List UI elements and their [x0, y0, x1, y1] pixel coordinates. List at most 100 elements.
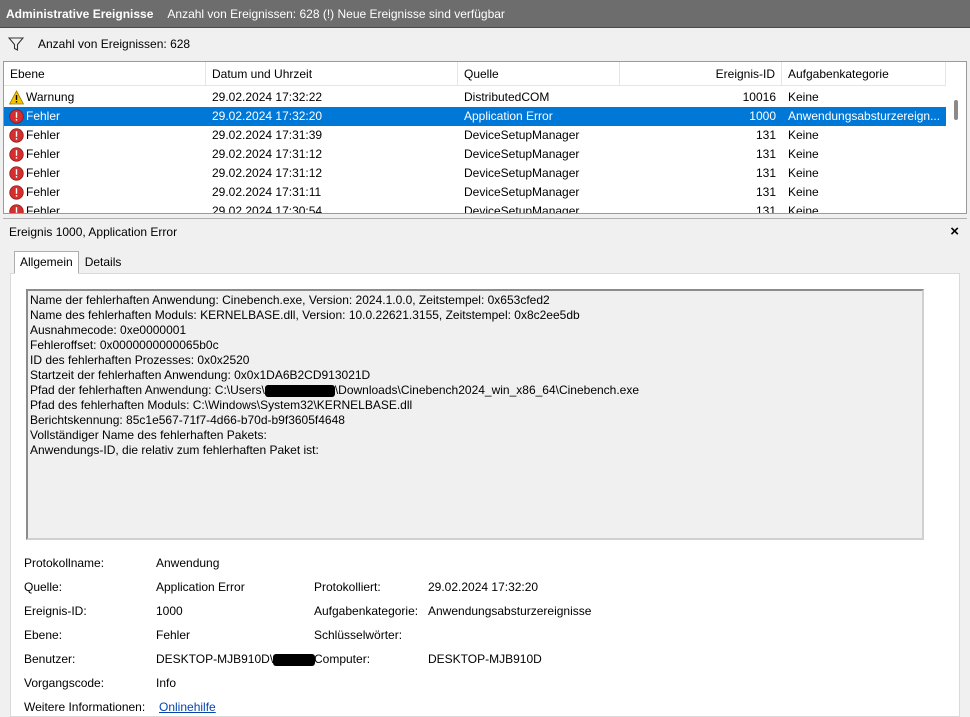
event-count-notice: Anzahl von Ereignissen: 628 (!) Neue Ere…: [167, 6, 505, 21]
error-icon: [9, 185, 24, 200]
row-level: Fehler: [26, 128, 61, 142]
message-line: Fehleroffset: 0x0000000000065b0c: [30, 338, 219, 352]
row-source: DeviceSetupManager: [464, 128, 580, 142]
row-source: DeviceSetupManager: [464, 204, 580, 214]
prop-value-protokolliert: 29.02.2024 17:32:20: [428, 580, 539, 594]
column-datum[interactable]: Datum und Uhrzeit: [206, 62, 458, 86]
prop-label-quelle: Quelle:: [24, 580, 63, 594]
row-source: DistributedCOM: [464, 90, 550, 104]
row-category: Keine: [788, 185, 819, 199]
message-line: Vollständiger Name des fehlerhaften Pake…: [30, 428, 267, 442]
row-event-id: 131: [755, 128, 776, 142]
message-line: Name des fehlerhaften Moduls: KERNELBASE…: [30, 308, 580, 322]
message-line: Anwendungs-ID, die relativ zum fehlerhaf…: [30, 443, 319, 457]
row-event-id: 1000: [749, 109, 776, 123]
detail-tabs: Allgemein Details: [14, 251, 127, 274]
warning-icon: [9, 90, 24, 105]
column-header: Ebene Datum und Uhrzeit Quelle Ereignis-…: [4, 62, 946, 86]
prop-label-protokolliert: Protokolliert:: [314, 580, 381, 594]
close-icon[interactable]: ×: [950, 223, 959, 240]
prop-value-computer: DESKTOP-MJB910D: [428, 652, 542, 666]
path-prefix: Pfad der fehlerhaften Anwendung: C:\User…: [30, 383, 265, 397]
column-quelle[interactable]: Quelle: [458, 62, 620, 86]
table-row[interactable]: Fehler 29.02.2024 17:31:39 DeviceSetupMana…: [4, 126, 946, 145]
message-line-path: Pfad der fehlerhaften Anwendung: C:\User…: [30, 383, 922, 398]
row-date: 29.02.2024 17:31:12: [212, 166, 323, 180]
error-icon: [9, 204, 24, 213]
online-help-link[interactable]: Onlinehilfe: [159, 700, 216, 714]
row-event-id: 10016: [742, 90, 776, 104]
prop-label-protokollname: Protokollname:: [24, 556, 105, 570]
row-category: Keine: [788, 90, 819, 104]
prop-label-computer: Computer:: [314, 652, 371, 666]
prop-value-protokollname: Anwendung: [156, 556, 220, 570]
message-line: Pfad des fehlerhaften Moduls: C:\Windows…: [30, 398, 413, 412]
benutzer-text: DESKTOP-MJB910D\: [156, 652, 274, 666]
table-row[interactable]: Warnung 29.02.2024 17:32:22 DistributedCOM…: [4, 88, 946, 107]
message-line: Ausnahmecode: 0xe0000001: [30, 323, 187, 337]
prop-label-benutzer: Benutzer:: [24, 652, 76, 666]
event-detail-title: Ereignis 1000, Application Error: [9, 224, 178, 239]
funnel-icon[interactable]: [8, 36, 24, 52]
path-suffix: \Downloads\Cinebench2024_win_x86_64\Cine…: [334, 383, 640, 397]
row-date: 29.02.2024 17:32:20: [212, 109, 323, 123]
row-category: Keine: [788, 166, 819, 180]
row-level: Fehler: [26, 166, 61, 180]
error-icon: [9, 109, 24, 124]
prop-value-vorgangscode: Info: [156, 676, 177, 690]
prop-label-aufgabenkategorie: Aufgabenkategorie:: [314, 604, 419, 618]
prop-value-quelle: Application Error: [156, 580, 245, 594]
row-date: 29.02.2024 17:31:11: [212, 185, 322, 199]
column-ereignis-id[interactable]: Ereignis-ID: [620, 62, 782, 86]
row-level: Fehler: [26, 109, 61, 123]
row-event-id: 131: [755, 166, 776, 180]
tab-allgemein[interactable]: Allgemein: [14, 251, 79, 274]
column-aufgabenkategorie[interactable]: Aufgabenkategorie: [782, 62, 946, 86]
list-scrollbar[interactable]: [946, 62, 966, 213]
error-icon: [9, 128, 24, 143]
view-title: Administrative Ereignisse: [6, 6, 154, 21]
row-source: DeviceSetupManager: [464, 185, 580, 199]
row-category: Keine: [788, 204, 819, 214]
table-row[interactable]: Fehler 29.02.2024 17:32:20 Application Err…: [4, 107, 946, 126]
error-icon: [9, 166, 24, 181]
error-icon: [9, 147, 24, 162]
event-list[interactable]: Ebene Datum und Uhrzeit Quelle Ereignis-…: [3, 61, 967, 214]
title-bar: Administrative Ereignisse Anzahl von Ere…: [0, 0, 970, 28]
event-description-box[interactable]: Name der fehlerhaften Anwendung: Cineben…: [26, 289, 924, 540]
table-row[interactable]: Fehler 29.02.2024 17:31:11 DeviceSetupMana…: [4, 183, 946, 202]
message-line: Name der fehlerhaften Anwendung: Cineben…: [30, 293, 550, 307]
row-date: 29.02.2024 17:31:12: [212, 147, 323, 161]
column-ebene[interactable]: Ebene: [4, 62, 206, 86]
prop-value-aufgabenkategorie: Anwendungsabsturzereignisse: [428, 604, 592, 618]
row-category: Keine: [788, 147, 819, 161]
filter-count-text: Anzahl von Ereignissen: 628: [38, 37, 191, 51]
prop-label-ebene: Ebene:: [24, 628, 63, 642]
redacted-username: [264, 384, 335, 397]
row-event-id: 131: [755, 147, 776, 161]
row-date: 29.02.2024 17:32:22: [212, 90, 323, 104]
row-event-id: 131: [755, 204, 776, 214]
redacted-username: [273, 653, 316, 666]
prop-label-weitere-informationen: Weitere Informationen:: [24, 700, 146, 714]
row-level: Fehler: [26, 204, 61, 214]
scrollbar-thumb[interactable]: [954, 100, 958, 120]
row-date: 29.02.2024 17:31:39: [212, 128, 323, 142]
prop-label-ereignis-id: Ereignis-ID:: [24, 604, 87, 618]
prop-label-vorgangscode: Vorgangscode:: [24, 676, 105, 690]
message-line: Startzeit der fehlerhaften Anwendung: 0x…: [30, 368, 371, 382]
row-category: Anwendungsabsturzereign...: [788, 109, 941, 123]
filter-bar: Anzahl von Ereignissen: 628: [0, 28, 970, 60]
row-level: Fehler: [26, 185, 61, 199]
row-source: Application Error: [464, 109, 553, 123]
message-line: ID des fehlerhaften Prozesses: 0x0x2520: [30, 353, 250, 367]
prop-value-ebene: Fehler: [156, 628, 191, 642]
table-row[interactable]: Fehler 29.02.2024 17:31:12 DeviceSetupMana…: [4, 164, 946, 183]
row-level: Fehler: [26, 147, 61, 161]
table-row[interactable]: Fehler 29.02.2024 17:30:54 DeviceSetupMana…: [4, 202, 946, 214]
prop-value-benutzer: DESKTOP-MJB910D\: [156, 652, 316, 666]
message-line: Berichtskennung: 85c1e567-71f7-4d66-b70d…: [30, 413, 345, 427]
tab-details[interactable]: Details: [79, 251, 128, 273]
table-row[interactable]: Fehler 29.02.2024 17:31:12 DeviceSetupMana…: [4, 145, 946, 164]
row-date: 29.02.2024 17:30:54: [212, 204, 323, 214]
